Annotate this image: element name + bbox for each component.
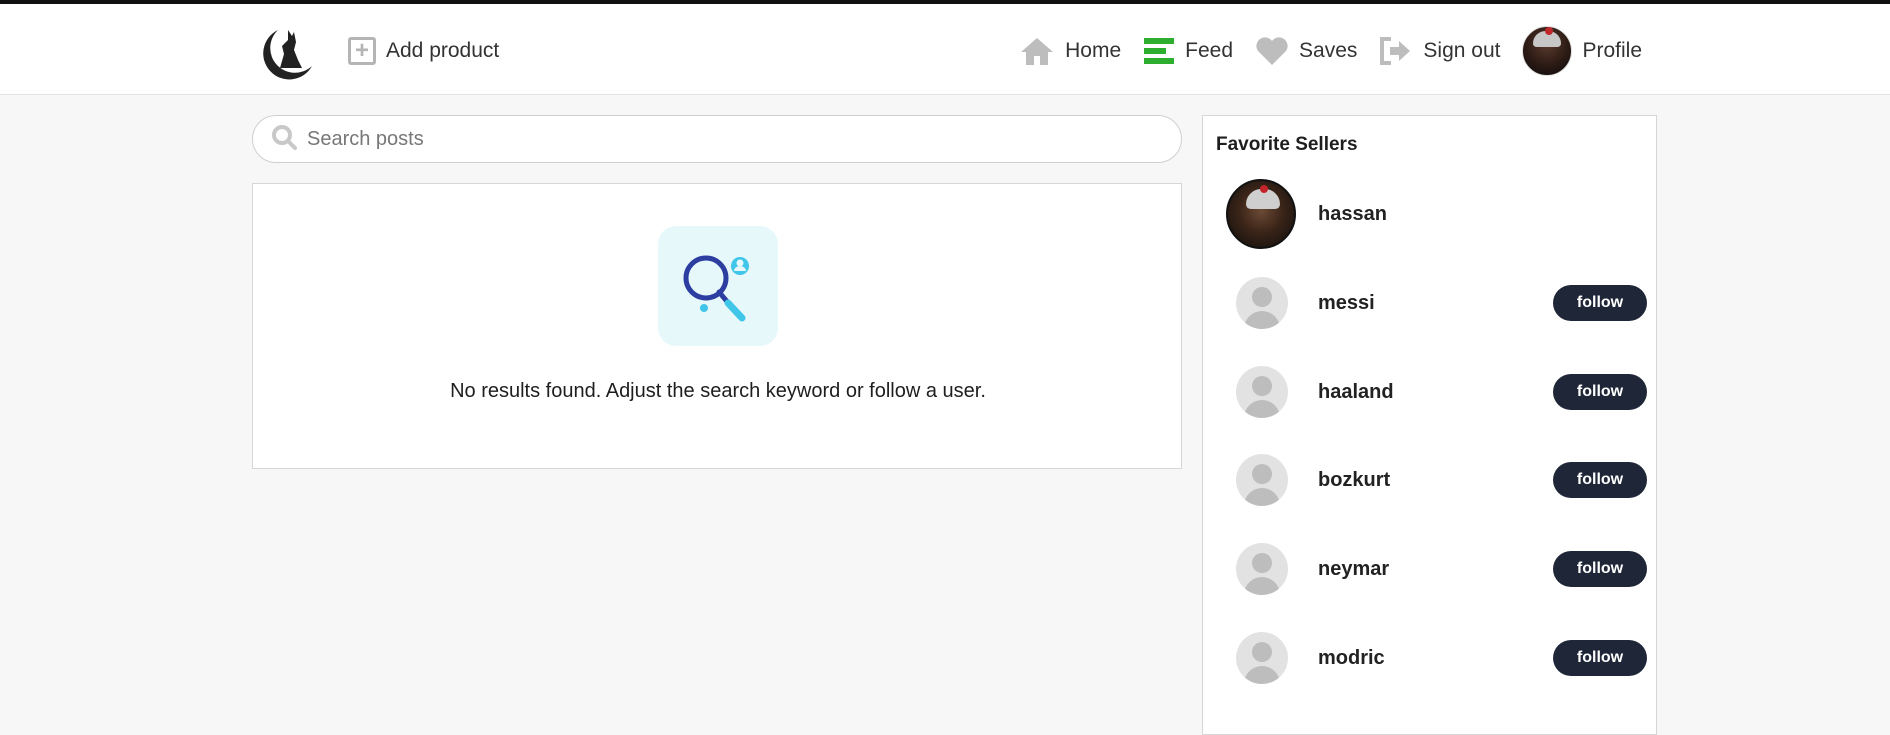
follow-button[interactable]: follow: [1553, 640, 1647, 676]
search-icon: [271, 124, 297, 155]
seller-row[interactable]: messi follow: [1223, 267, 1647, 339]
nav-feed[interactable]: Feed: [1143, 36, 1233, 66]
seller-row[interactable]: neymar follow: [1223, 533, 1647, 605]
seller-name: neymar: [1318, 557, 1390, 580]
default-avatar-icon: [1236, 543, 1288, 595]
home-icon: [1019, 36, 1055, 66]
add-product-label: Add product: [386, 39, 500, 62]
feed-icon: [1143, 36, 1175, 66]
main-nav: Home Feed Saves Sign out Profile: [1019, 26, 1642, 76]
seller-row[interactable]: modric follow: [1223, 622, 1647, 694]
default-avatar-icon: [1236, 632, 1288, 684]
sign-out-icon: [1379, 36, 1413, 66]
wolf-moon-logo[interactable]: [258, 20, 318, 82]
follow-button[interactable]: follow: [1553, 462, 1647, 498]
follow-button[interactable]: follow: [1553, 551, 1647, 587]
follow-button[interactable]: follow: [1553, 285, 1647, 321]
no-results-message: No results found. Adjust the search keyw…: [450, 380, 986, 402]
nav-home[interactable]: Home: [1019, 36, 1121, 66]
default-avatar-icon: [1236, 454, 1288, 506]
favorite-sellers-title: Favorite Sellers: [1216, 134, 1358, 155]
nav-home-label: Home: [1065, 39, 1122, 62]
seller-name: haaland: [1318, 380, 1394, 403]
seller-name: messi: [1318, 291, 1375, 314]
nav-saves[interactable]: Saves: [1255, 36, 1357, 66]
nav-profile[interactable]: Profile: [1522, 26, 1642, 76]
nav-sign-out[interactable]: Sign out: [1379, 36, 1500, 66]
default-avatar-icon: [1236, 277, 1288, 329]
seller-row[interactable]: haaland follow: [1223, 356, 1647, 428]
seller-row[interactable]: hassan: [1223, 178, 1643, 250]
magnifier-user-icon: [658, 226, 778, 346]
nav-saves-label: Saves: [1299, 39, 1358, 62]
profile-avatar: [1522, 26, 1573, 76]
favorite-sellers-panel: Favorite Sellers hassan messi follow haa…: [1202, 115, 1657, 735]
follow-button[interactable]: follow: [1553, 374, 1647, 410]
nav-sign-out-label: Sign out: [1423, 39, 1501, 62]
seller-name: modric: [1318, 646, 1385, 669]
default-avatar-icon: [1236, 366, 1288, 418]
navbar: + Add product Home Feed Saves Sign out P…: [0, 4, 1890, 95]
results-panel: No results found. Adjust the search keyw…: [252, 183, 1182, 469]
add-product-button[interactable]: + Add product: [348, 34, 499, 68]
search-input[interactable]: [307, 127, 1167, 151]
heart-icon: [1255, 36, 1289, 66]
seller-name: bozkurt: [1318, 468, 1391, 491]
seller-name: hassan: [1318, 202, 1387, 225]
seller-row[interactable]: bozkurt follow: [1223, 444, 1647, 516]
plus-square-icon: +: [348, 37, 376, 65]
search-bar: [252, 115, 1182, 163]
nav-feed-label: Feed: [1185, 39, 1234, 62]
nav-profile-label: Profile: [1582, 39, 1642, 62]
seller-avatar: [1226, 179, 1296, 249]
